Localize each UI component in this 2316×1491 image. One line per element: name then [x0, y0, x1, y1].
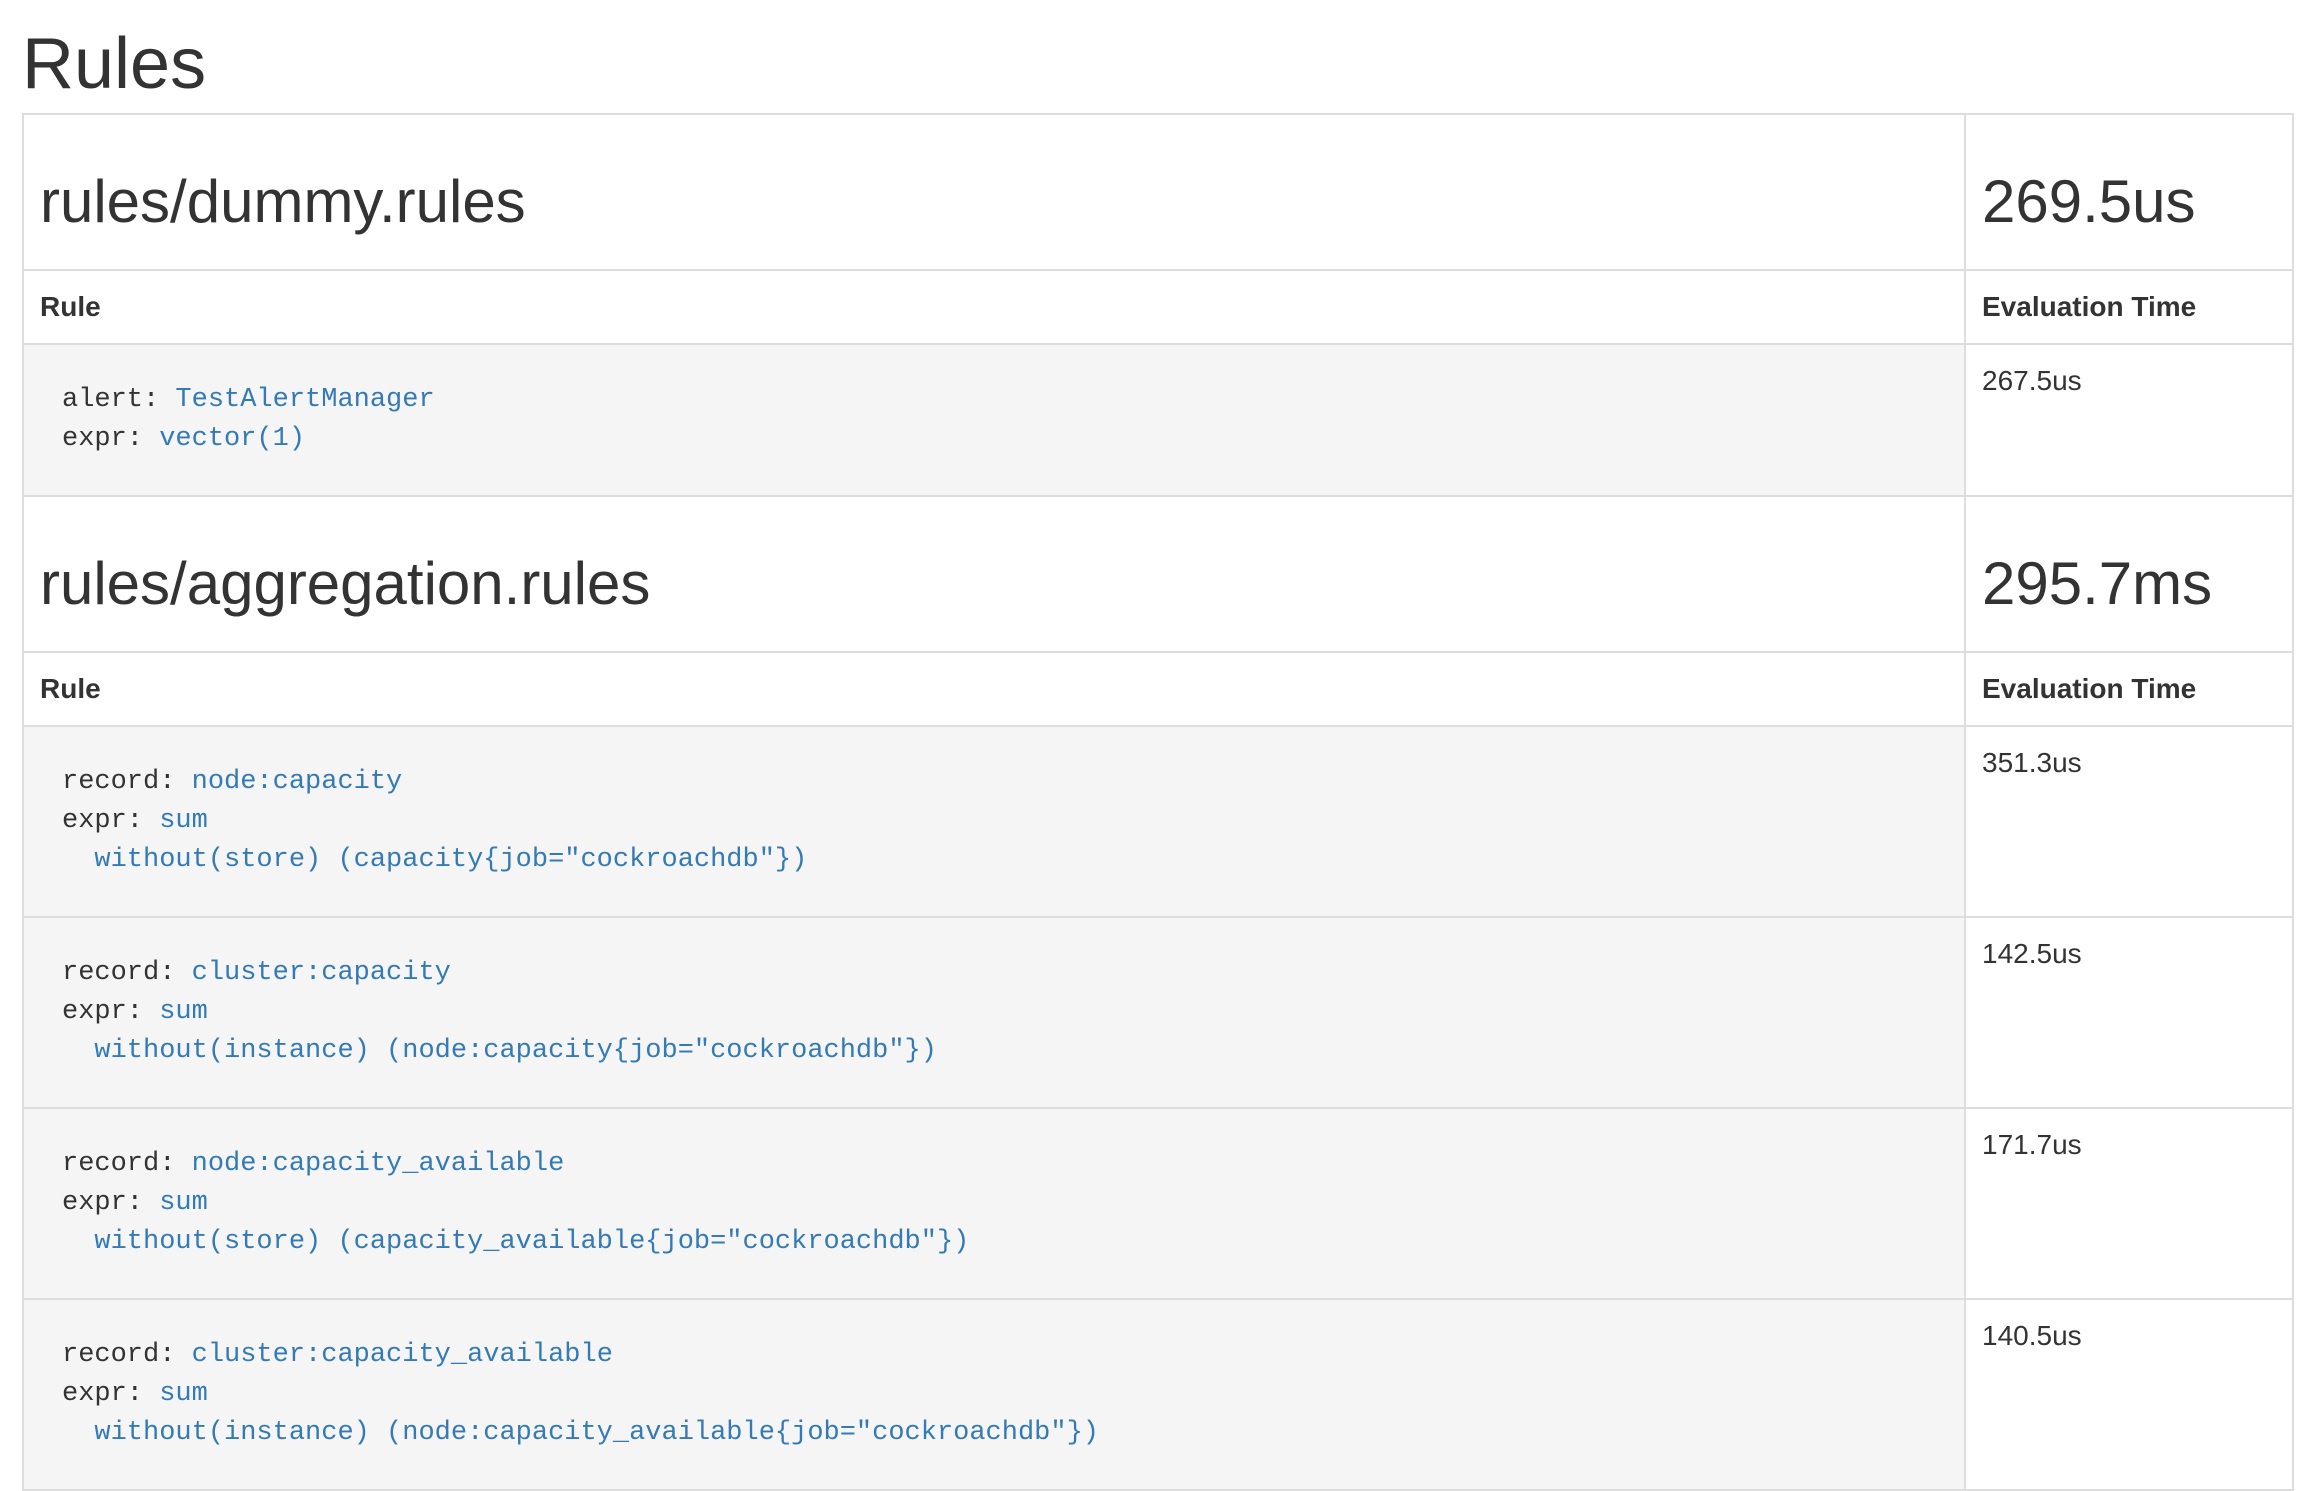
- column-header-rule: Rule: [23, 652, 1965, 726]
- rule-group-time-cell: 269.5us: [1965, 114, 2293, 270]
- rule-row: alert: TestAlertManager expr: vector(1)2…: [23, 344, 2293, 496]
- expr-keyword: expr:: [62, 997, 143, 1027]
- rule-keyword: alert:: [62, 385, 159, 415]
- rule-keyword: record:: [62, 1149, 175, 1179]
- expr-keyword: expr:: [62, 1379, 143, 1409]
- group-evaluation-time: 269.5us: [1982, 169, 2276, 235]
- rule-definition-cell: record: node:capacity_available expr: su…: [23, 1108, 1965, 1299]
- rule-row: record: cluster:capacity_available expr:…: [23, 1299, 2293, 1490]
- rule-keyword: record:: [62, 767, 175, 797]
- rule-evaluation-time: 351.3us: [1965, 726, 2293, 917]
- rule-group-file: rules/dummy.rules: [40, 169, 1948, 235]
- rule-expr-link[interactable]: sum without(instance) (node:capacity_ava…: [62, 1379, 1099, 1448]
- column-header-row: RuleEvaluation Time: [23, 652, 2293, 726]
- rule-row: record: node:capacity expr: sum without(…: [23, 726, 2293, 917]
- column-header-row: RuleEvaluation Time: [23, 270, 2293, 344]
- rule-group-row: rules/aggregation.rules 295.7ms: [23, 496, 2293, 652]
- expr-keyword: expr:: [62, 806, 143, 836]
- rule-name-link[interactable]: TestAlertManager: [175, 385, 434, 415]
- rule-group-file-cell: rules/aggregation.rules: [23, 496, 1965, 652]
- rule-group-file: rules/aggregation.rules: [40, 551, 1948, 617]
- expr-keyword: expr:: [62, 424, 143, 454]
- rule-definition-cell: alert: TestAlertManager expr: vector(1): [23, 344, 1965, 496]
- column-header-evaluation-time: Evaluation Time: [1965, 270, 2293, 344]
- rule-evaluation-time: 267.5us: [1965, 344, 2293, 496]
- rule-group-time-cell: 295.7ms: [1965, 496, 2293, 652]
- rule-group-file-cell: rules/dummy.rules: [23, 114, 1965, 270]
- rule-definition: record: node:capacity_available expr: su…: [40, 1125, 1948, 1282]
- rule-name-link[interactable]: node:capacity: [192, 767, 403, 797]
- rule-name-link[interactable]: cluster:capacity: [192, 958, 451, 988]
- rules-table: rules/dummy.rules269.5usRuleEvaluation T…: [22, 113, 2294, 1491]
- group-evaluation-time: 295.7ms: [1982, 551, 2276, 617]
- rule-definition-cell: record: node:capacity expr: sum without(…: [23, 726, 1965, 917]
- rule-name-link[interactable]: cluster:capacity_available: [192, 1340, 613, 1370]
- rule-keyword: record:: [62, 1340, 175, 1370]
- rule-definition: record: cluster:capacity_available expr:…: [40, 1316, 1948, 1473]
- rule-expr-link[interactable]: sum without(store) (capacity{job="cockro…: [62, 806, 807, 875]
- rule-keyword: record:: [62, 958, 175, 988]
- rule-evaluation-time: 140.5us: [1965, 1299, 2293, 1490]
- rule-evaluation-time: 142.5us: [1965, 917, 2293, 1108]
- column-header-rule: Rule: [23, 270, 1965, 344]
- rule-expr-link[interactable]: sum without(store) (capacity_available{j…: [62, 1188, 969, 1257]
- rule-expr-link[interactable]: vector(1): [159, 424, 305, 454]
- expr-keyword: expr:: [62, 1188, 143, 1218]
- rule-evaluation-time: 171.7us: [1965, 1108, 2293, 1299]
- rule-row: record: node:capacity_available expr: su…: [23, 1108, 2293, 1299]
- page-title: Rules: [22, 25, 2294, 104]
- rule-row: record: cluster:capacity expr: sum witho…: [23, 917, 2293, 1108]
- rule-group-row: rules/dummy.rules 269.5us: [23, 114, 2293, 270]
- column-header-evaluation-time: Evaluation Time: [1965, 652, 2293, 726]
- rule-expr-link[interactable]: sum without(instance) (node:capacity{job…: [62, 997, 937, 1066]
- rule-definition-cell: record: cluster:capacity_available expr:…: [23, 1299, 1965, 1490]
- rule-definition-cell: record: cluster:capacity expr: sum witho…: [23, 917, 1965, 1108]
- rule-definition: alert: TestAlertManager expr: vector(1): [40, 361, 1948, 479]
- rule-definition: record: node:capacity expr: sum without(…: [40, 743, 1948, 900]
- rule-definition: record: cluster:capacity expr: sum witho…: [40, 934, 1948, 1091]
- rule-name-link[interactable]: node:capacity_available: [192, 1149, 565, 1179]
